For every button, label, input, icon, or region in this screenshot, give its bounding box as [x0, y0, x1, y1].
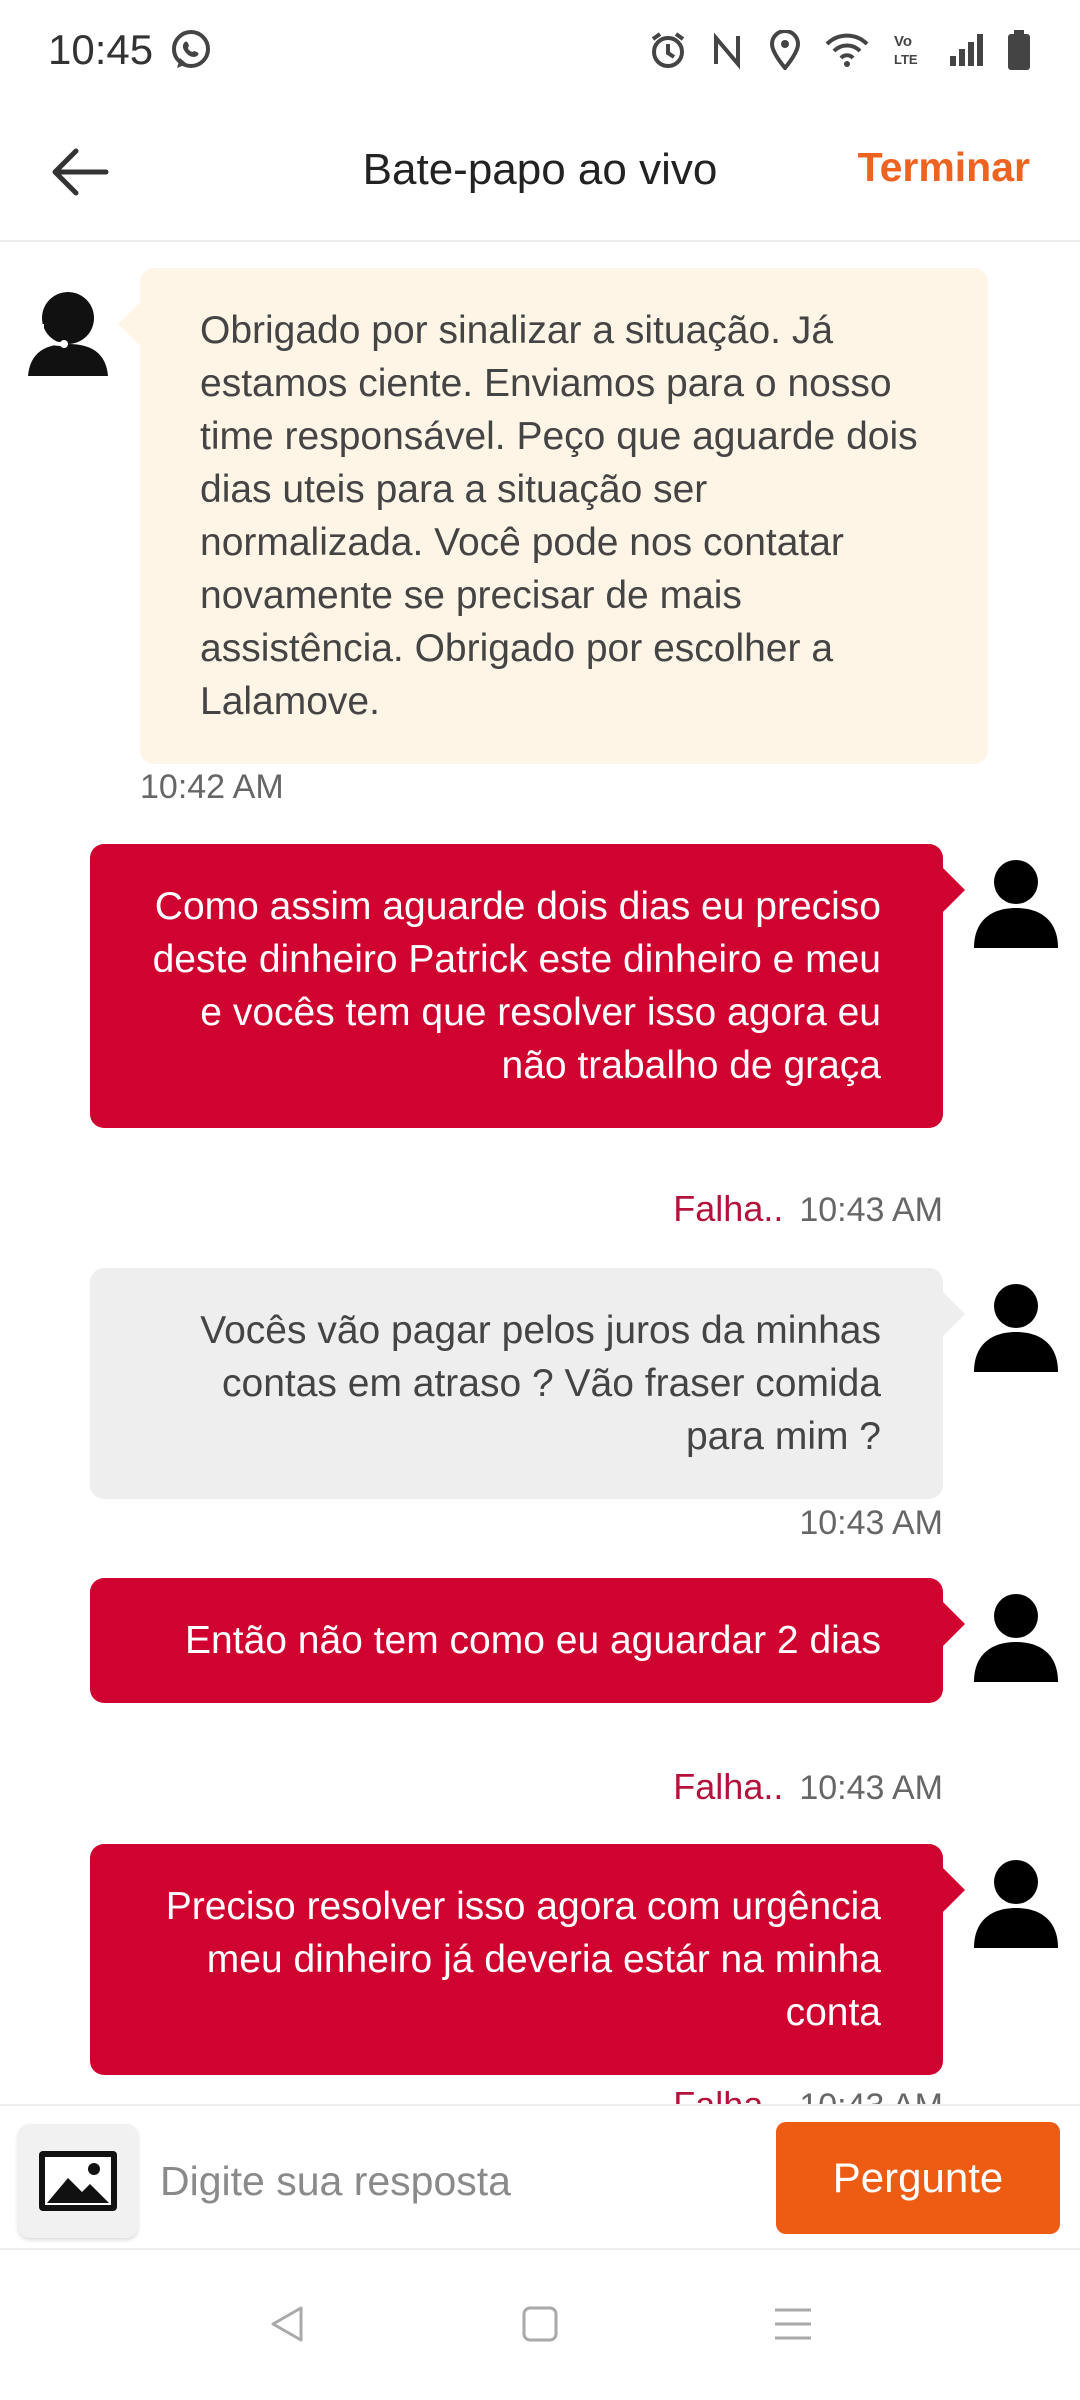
- message-time: 10:43 AM: [799, 1769, 943, 1807]
- whatsapp-icon: [169, 28, 213, 72]
- message-time: 10:42 AM: [140, 768, 284, 806]
- volte-icon: Vo LTE: [892, 30, 926, 70]
- nav-home-icon[interactable]: [520, 2304, 560, 2349]
- nav-menu-icon[interactable]: [771, 2304, 815, 2349]
- system-nav-bar: [0, 2252, 1080, 2400]
- user-icon: [974, 860, 1058, 948]
- user-icon: [974, 1860, 1058, 1948]
- message-meta: Falha.. 10:43 AM: [673, 1188, 943, 1230]
- message-composer: Pergunte: [0, 2104, 1080, 2250]
- user-message-bubble[interactable]: Então não tem como eu aguardar 2 dias: [90, 1578, 965, 1703]
- agent-message-bubble: Obrigado por sinalizar a situação. Já es…: [118, 268, 988, 764]
- send-button[interactable]: Pergunte: [776, 2122, 1060, 2234]
- end-chat-button[interactable]: Terminar: [858, 144, 1030, 191]
- failed-status[interactable]: Falha..: [673, 2084, 783, 2104]
- message-time: 10:43 AM: [799, 1504, 943, 1542]
- message-time: 10:43 AM: [799, 2087, 943, 2104]
- message-time: 10:43 AM: [799, 1191, 943, 1229]
- svg-text:LTE: LTE: [894, 52, 918, 67]
- message-meta: 10:43 AM: [799, 1504, 943, 1543]
- chat-messages[interactable]: Obrigado por sinalizar a situação. Já es…: [0, 244, 1080, 2104]
- image-icon: [39, 2151, 117, 2211]
- user-message-bubble[interactable]: Vocês vão pagar pelos juros da minhas co…: [90, 1268, 965, 1499]
- back-arrow-icon: [52, 148, 109, 196]
- chat-header: Bate-papo ao vivo Terminar: [0, 100, 1080, 242]
- attach-image-button[interactable]: [18, 2124, 138, 2238]
- nfc-icon: [710, 30, 746, 70]
- status-time: 10:45: [48, 26, 154, 73]
- failed-status[interactable]: Falha..: [673, 1188, 783, 1230]
- wifi-icon: [824, 30, 870, 70]
- agent-avatar: [20, 284, 116, 380]
- reply-input[interactable]: [160, 2136, 760, 2226]
- message-meta: 10:42 AM: [140, 768, 284, 807]
- battery-icon: [1006, 29, 1032, 71]
- user-avatar: [968, 1856, 1064, 1952]
- user-icon: [974, 1284, 1058, 1372]
- failed-status[interactable]: Falha..: [673, 1766, 783, 1808]
- user-message-bubble[interactable]: Preciso resolver isso agora com urgência…: [90, 1844, 965, 2075]
- alarm-icon: [648, 30, 688, 70]
- message-meta: Falha.. 10:43 AM: [673, 1766, 943, 1808]
- user-avatar: [968, 1280, 1064, 1376]
- signal-icon: [948, 30, 984, 70]
- nav-back-icon[interactable]: [265, 2302, 309, 2351]
- status-bar: 10:45 Vo LTE: [0, 0, 1080, 100]
- user-avatar: [968, 856, 1064, 952]
- user-avatar: [968, 1590, 1064, 1686]
- back-button[interactable]: [48, 140, 112, 204]
- user-icon: [974, 1594, 1058, 1682]
- user-message-bubble[interactable]: Como assim aguarde dois dias eu preciso …: [90, 844, 965, 1128]
- location-icon: [768, 30, 802, 70]
- message-meta: Falha.. 10:43 AM: [673, 2084, 943, 2104]
- svg-text:Vo: Vo: [894, 33, 912, 50]
- support-agent-icon: [28, 288, 108, 376]
